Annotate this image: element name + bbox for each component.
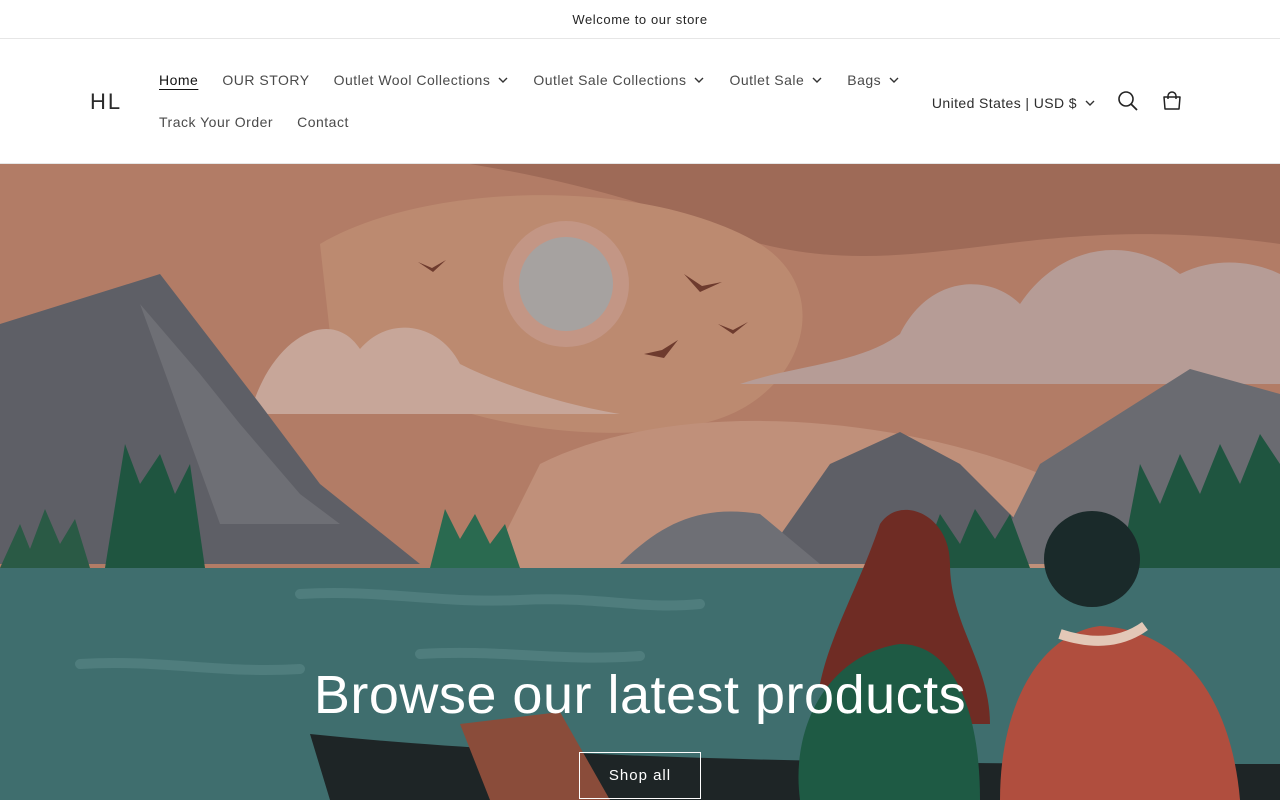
cart-button[interactable] [1150, 81, 1194, 125]
chevron-down-icon [693, 74, 705, 86]
country-currency-selector[interactable]: United States | USD $ [922, 95, 1106, 111]
search-icon [1117, 90, 1139, 117]
nav-item-home[interactable]: Home [147, 72, 210, 88]
chevron-down-icon [1084, 97, 1096, 109]
nav-item-outlet-sale[interactable]: Outlet Sale [717, 72, 835, 88]
nav-label: OUR STORY [222, 72, 310, 88]
cart-icon [1161, 90, 1183, 117]
chevron-down-icon [811, 74, 823, 86]
shop-all-button[interactable]: Shop all [579, 752, 701, 799]
header-tools: United States | USD $ [922, 81, 1194, 125]
store-logo[interactable]: HL [90, 89, 122, 115]
search-button[interactable] [1106, 81, 1150, 125]
hero-content: Browse our latest products Shop all [0, 664, 1280, 799]
hero-title: Browse our latest products [313, 665, 967, 725]
announcement-bar: Welcome to our store [0, 0, 1280, 39]
chevron-down-icon [497, 74, 509, 86]
nav-label: Track Your Order [159, 114, 274, 130]
chevron-down-icon [888, 74, 900, 86]
nav-label: Outlet Sale [729, 72, 805, 88]
nav-item-outlet-sale-collections[interactable]: Outlet Sale Collections [521, 72, 717, 88]
locale-label: United States | USD $ [931, 95, 1077, 111]
nav-item-our-story[interactable]: OUR STORY [210, 72, 321, 88]
hero-banner: Browse our latest products Shop all [0, 164, 1280, 800]
nav-item-contact[interactable]: Contact [285, 114, 361, 130]
nav-label: Outlet Sale Collections [533, 72, 687, 88]
nav-label: Bags [847, 72, 882, 88]
nav-item-outlet-wool-collections[interactable]: Outlet Wool Collections [322, 72, 522, 88]
main-navigation: Home OUR STORY Outlet Wool Collections O… [147, 59, 899, 143]
nav-label: Contact [297, 114, 349, 130]
site-header: HL Home OUR STORY Outlet Wool Collection… [0, 39, 1280, 164]
nav-label: Outlet Wool Collections [333, 72, 491, 88]
nav-label: Home [159, 72, 199, 88]
nav-item-track-your-order[interactable]: Track Your Order [147, 114, 285, 130]
nav-item-bags[interactable]: Bags [835, 72, 912, 88]
announcement-text: Welcome to our store [572, 11, 708, 27]
